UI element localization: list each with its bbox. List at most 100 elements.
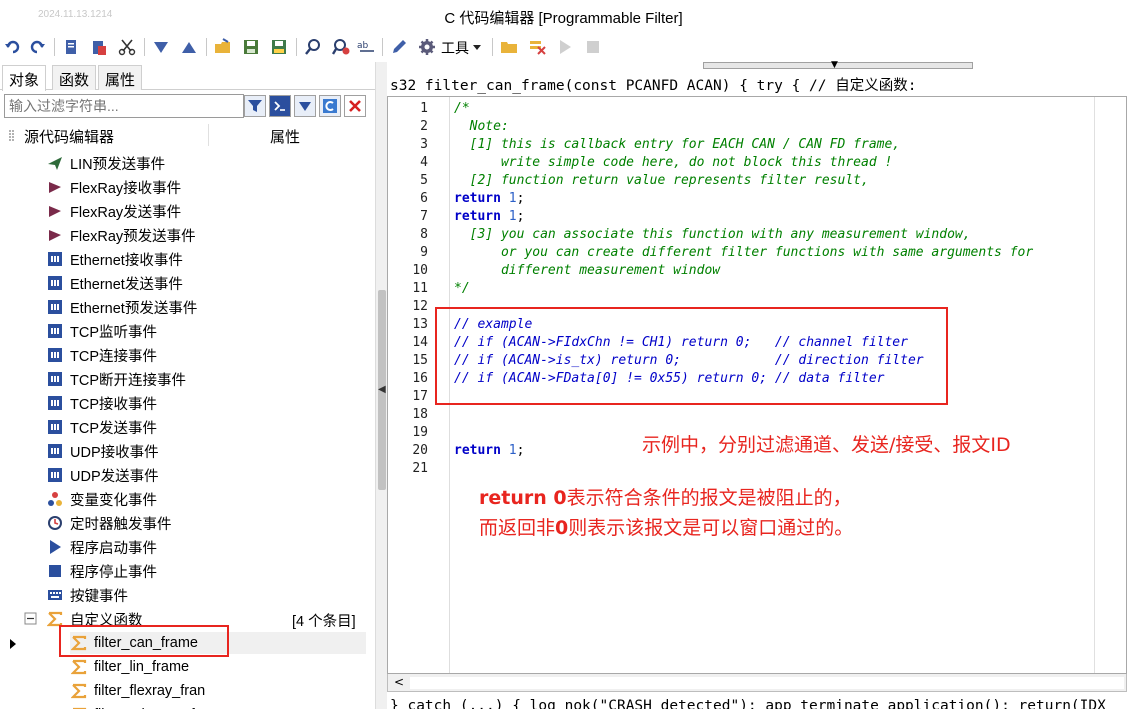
stop-square-icon xyxy=(46,562,64,580)
clear-icon[interactable] xyxy=(526,36,548,58)
line-number: 12 xyxy=(412,299,428,314)
filter-input[interactable] xyxy=(4,94,244,118)
return-value: 1 xyxy=(508,191,517,206)
line-number: 8 xyxy=(420,227,428,242)
save-all-icon[interactable] xyxy=(268,36,290,58)
play-icon xyxy=(46,538,64,556)
run-icon[interactable] xyxy=(554,36,576,58)
find-replace-icon[interactable] xyxy=(330,36,352,58)
object-panel: 对象 函数 属性 源代码编辑器 属性 LIN预发送事件 FlexRay接收事件 … xyxy=(0,62,376,709)
window-title: C 代码编辑器 [Programmable Filter] xyxy=(444,10,683,27)
tree-item-tcp-connect[interactable]: TCP连接事件 xyxy=(46,344,157,366)
clock-icon xyxy=(46,514,64,532)
return-keyword: return xyxy=(454,443,501,458)
tree-item-udp-rx[interactable]: UDP接收事件 xyxy=(46,440,159,462)
tree-item-udp-tx[interactable]: UDP发送事件 xyxy=(46,464,159,486)
svg-text:ab: ab xyxy=(357,41,369,51)
code-line: return 1; xyxy=(454,191,525,206)
tree-item-filter-lin[interactable]: filter_lin_frame xyxy=(70,656,189,678)
highlight-example-code xyxy=(435,307,948,405)
comment-text: Note: xyxy=(454,119,509,134)
tab-objects[interactable]: 对象 xyxy=(2,65,47,91)
keyboard-icon xyxy=(46,586,64,604)
tree-item-tcp-listen[interactable]: TCP监听事件 xyxy=(46,320,157,342)
return-keyword: return xyxy=(454,191,501,206)
abc-icon[interactable]: ab xyxy=(356,36,378,58)
chevron-down-icon[interactable]: ▼ xyxy=(831,60,838,70)
send-icon xyxy=(46,154,64,172)
sigma-icon xyxy=(70,658,88,676)
tab-functions[interactable]: 函数 xyxy=(52,65,97,90)
copy-icon[interactable] xyxy=(60,36,82,58)
edit-icon[interactable] xyxy=(388,36,410,58)
chevron-down-icon[interactable] xyxy=(470,36,484,58)
open-icon[interactable] xyxy=(212,36,234,58)
code-line: return 1; xyxy=(454,443,525,458)
tree-item-var-change[interactable]: 变量变化事件 xyxy=(46,488,157,510)
filter-row xyxy=(4,94,372,120)
line-number: 4 xyxy=(420,155,428,170)
scroll-track[interactable] xyxy=(410,677,1124,689)
tree-item-tcp-tx[interactable]: TCP发送事件 xyxy=(46,416,157,438)
line-number: 6 xyxy=(420,191,428,206)
find-icon[interactable] xyxy=(302,36,324,58)
network-icon xyxy=(46,466,64,484)
collapse-icon[interactable] xyxy=(24,612,38,626)
scroll-left-icon[interactable]: < xyxy=(394,675,404,689)
tree-item-eth-pretx[interactable]: Ethernet预发送事件 xyxy=(46,296,197,318)
flexray-icon xyxy=(46,226,64,244)
tree-item-filter-flexray[interactable]: filter_flexray_fran xyxy=(70,680,205,702)
expand-handle[interactable] xyxy=(703,62,973,69)
tab-properties[interactable]: 属性 xyxy=(98,65,143,90)
custom-count: [4 个条目] xyxy=(292,614,356,630)
move-up-icon[interactable] xyxy=(178,36,200,58)
tools-menu[interactable]: 工具 xyxy=(441,38,469,58)
tree-item-eth-rx[interactable]: Ethernet接收事件 xyxy=(46,248,183,270)
line-number: 15 xyxy=(412,353,428,368)
line-number: 14 xyxy=(412,335,428,350)
refresh-icon[interactable] xyxy=(319,95,341,117)
annotation-filter-note: 示例中，分别过滤通道、发送/接受、报文ID xyxy=(642,434,1011,456)
horizontal-scrollbar[interactable]: < xyxy=(387,674,1127,692)
tree-item-lin-pretx[interactable]: LIN预发送事件 xyxy=(46,152,165,174)
tree-item-stop[interactable]: 程序停止事件 xyxy=(46,560,157,582)
line-number: 5 xyxy=(420,173,428,188)
stop-icon[interactable] xyxy=(582,36,604,58)
tree-item-timer[interactable]: 定时器触发事件 xyxy=(46,512,172,534)
save-icon[interactable] xyxy=(240,36,262,58)
terminal-icon[interactable] xyxy=(269,95,291,117)
tree-item-flexray-rx[interactable]: FlexRay接收事件 xyxy=(46,176,181,198)
move-down-icon[interactable] xyxy=(150,36,172,58)
network-icon xyxy=(46,394,64,412)
cut-icon[interactable] xyxy=(116,36,138,58)
tree-item-key[interactable]: 按键事件 xyxy=(46,584,128,606)
gear-icon[interactable] xyxy=(416,36,438,58)
network-icon xyxy=(46,370,64,388)
return-value: 1 xyxy=(508,209,517,224)
line-number: 1 xyxy=(420,101,428,116)
close-icon[interactable] xyxy=(344,95,366,117)
splitter-scrollbar[interactable]: ◀ xyxy=(375,62,387,709)
panel-tabs: 对象 函数 属性 xyxy=(0,62,376,91)
collapse-down-icon[interactable] xyxy=(294,95,316,117)
tree-item-filter-ethernet[interactable]: filter_ethernet_fr xyxy=(70,704,200,709)
comment-text: or you can create different filter funct… xyxy=(454,245,1034,260)
folder-icon[interactable] xyxy=(498,36,520,58)
function-signature: s32 filter_can_frame(const PCANFD ACAN) … xyxy=(390,78,917,94)
paste-icon[interactable] xyxy=(88,36,110,58)
sigma-icon xyxy=(70,682,88,700)
tree-item-tcp-disconnect[interactable]: TCP断开连接事件 xyxy=(46,368,186,390)
line-number: 19 xyxy=(412,425,428,440)
code-line: return 1; xyxy=(454,209,525,224)
tree-item-start[interactable]: 程序启动事件 xyxy=(46,536,157,558)
comment-text: [1] this is callback entry for EACH CAN … xyxy=(454,137,901,152)
tree-item-eth-tx[interactable]: Ethernet发送事件 xyxy=(46,272,183,294)
tree-item-flexray-pretx[interactable]: FlexRay预发送事件 xyxy=(46,224,196,246)
undo-icon[interactable] xyxy=(2,36,24,58)
collapse-left-icon[interactable]: ◀ xyxy=(378,384,386,395)
tree-item-tcp-rx[interactable]: TCP接收事件 xyxy=(46,392,157,414)
filter-funnel-icon[interactable] xyxy=(244,95,266,117)
tree-item-flexray-tx[interactable]: FlexRay发送事件 xyxy=(46,200,181,222)
redo-icon[interactable] xyxy=(26,36,48,58)
tree-header-name: 源代码编辑器 xyxy=(24,128,115,146)
